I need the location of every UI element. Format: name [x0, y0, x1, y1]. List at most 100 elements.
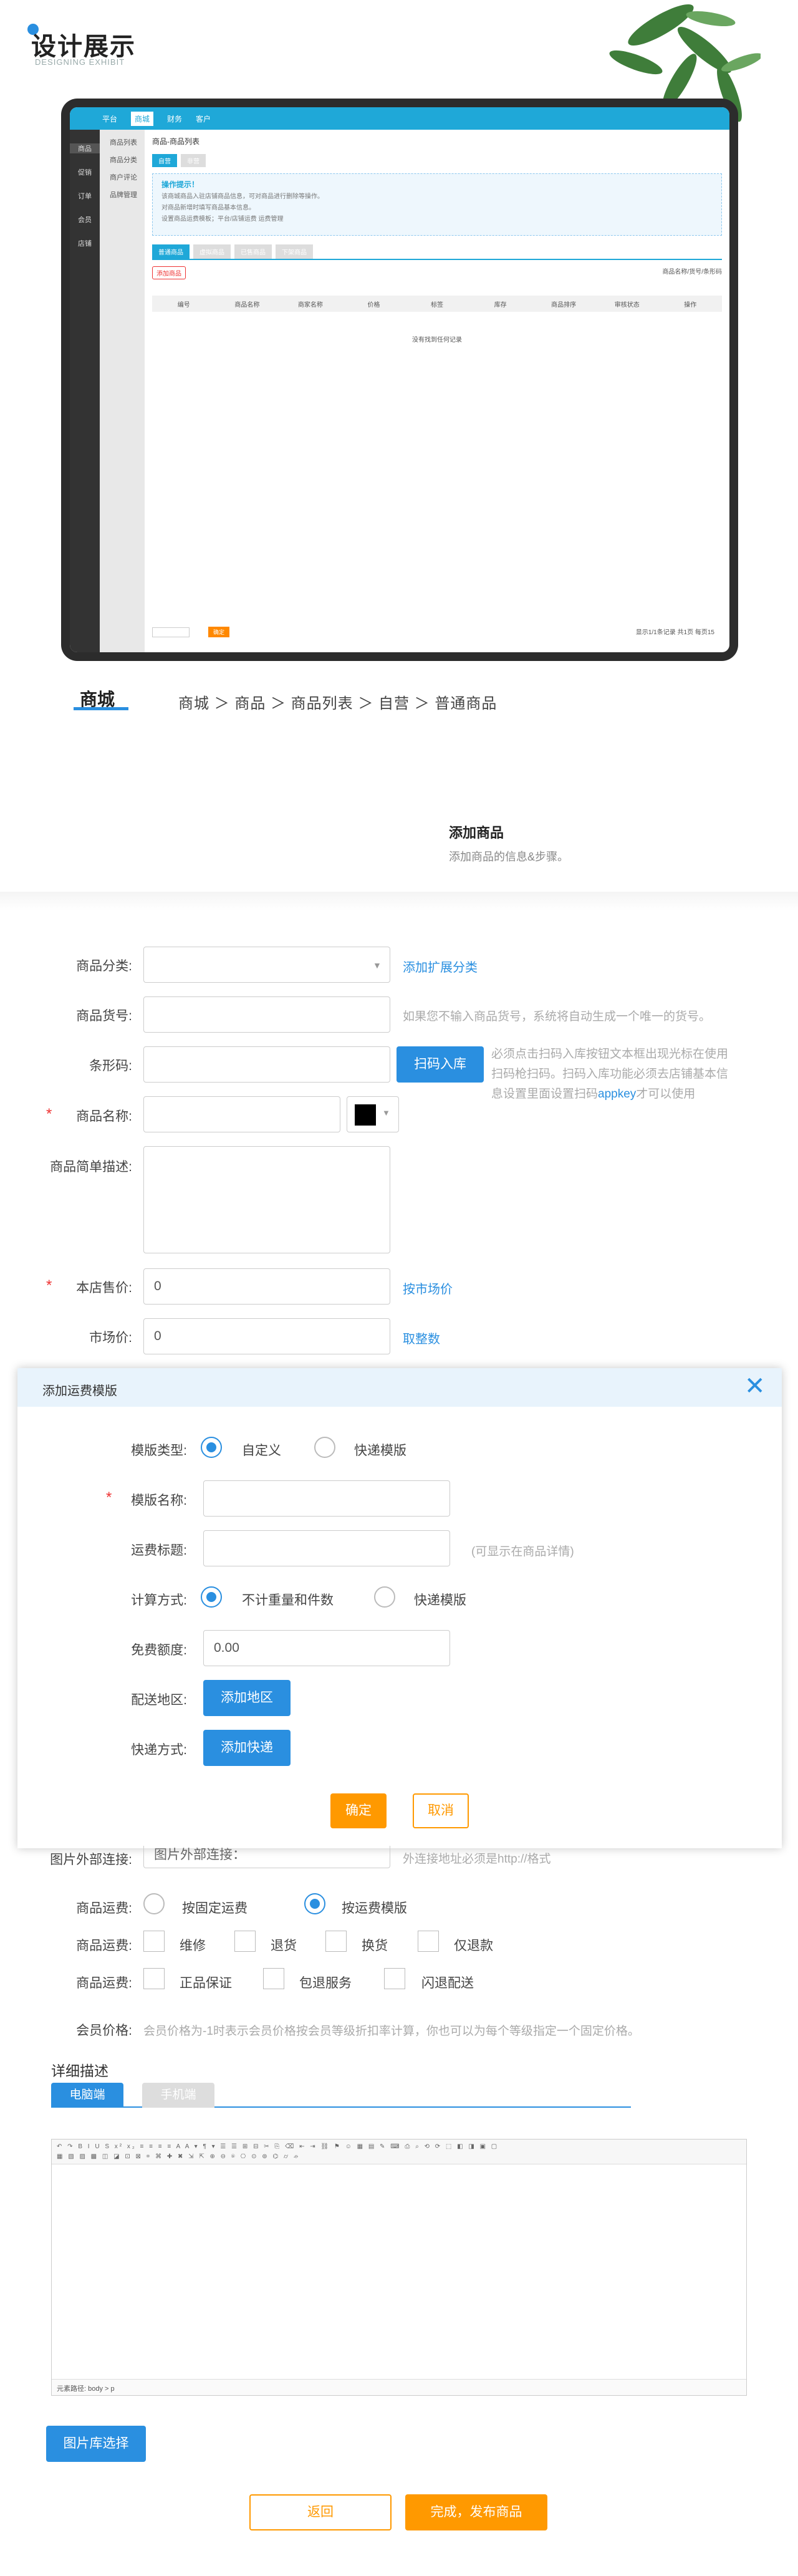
sku-hint: 如果您不输入商品货号，系统将自动生成一个唯一的货号。: [403, 1010, 711, 1023]
top-nav-item[interactable]: 财务: [167, 113, 182, 124]
checkbox[interactable]: [418, 1931, 439, 1952]
sub-nav: 商品列表 商品分类 商户评论 品牌管理: [100, 130, 145, 652]
img-link-input[interactable]: 图片外部连接：: [143, 1846, 390, 1868]
add-category-link[interactable]: 添加扩展分类: [403, 957, 478, 975]
checkbox[interactable]: [384, 1968, 405, 1989]
tip-line: 该商城商品入驻店铺商品信息，可对商品进行删除等操作。: [161, 193, 324, 200]
radio-label: 自定义: [242, 1444, 281, 1458]
mock-page-title: 商品-商品列表: [152, 137, 200, 146]
list-tab[interactable]: 已售商品: [234, 244, 272, 259]
radio-express[interactable]: [314, 1437, 335, 1458]
price-input[interactable]: 0: [143, 1268, 390, 1305]
radio-calc-express[interactable]: [374, 1586, 395, 1608]
mock-main: 商品-商品列表 自营 非营 操作提示！ 该商城商品入驻店铺商品信息，可对商品进行…: [145, 130, 729, 652]
column-header: 库存: [494, 301, 507, 309]
desc-textarea[interactable]: [143, 1146, 390, 1253]
sub-nav-item[interactable]: 品牌管理: [100, 182, 145, 200]
left-nav-item[interactable]: 促销: [70, 167, 100, 177]
column-header: 标签: [431, 301, 444, 309]
color-picker[interactable]: ▼: [347, 1096, 399, 1132]
add-product-button[interactable]: 添加商品: [152, 266, 186, 279]
radio-fixed-shipping[interactable]: [143, 1893, 165, 1914]
editor-toolbar[interactable]: ↶ ↷ B I U S x² x₂ ≡ ≡ ≡ ≡ A A ▾ ¶ ▾ ☰ ☰ …: [52, 2139, 746, 2164]
color-swatch: [355, 1104, 376, 1126]
barcode-label: 条形码:: [89, 1059, 132, 1073]
left-nav-item[interactable]: 会员: [70, 215, 100, 224]
free-input[interactable]: 0.00: [203, 1630, 450, 1666]
list-tabs: 普通商品 虚拟商品 已售商品 下架商品: [152, 244, 722, 260]
checkbox-label: 正品保证: [180, 1976, 232, 1990]
tip-line: 对商品新增时填写商品基本信息。: [161, 205, 255, 211]
section-subtitle: 添加商品的信息&步骤。: [449, 851, 569, 863]
checkbox[interactable]: [263, 1968, 284, 1989]
checkbox[interactable]: [143, 1968, 165, 1989]
tab-self[interactable]: 自营: [152, 154, 177, 167]
column-header: 审核状态: [614, 301, 640, 309]
desc-label: 商品简单描述:: [50, 1160, 132, 1174]
close-icon[interactable]: ✕: [744, 1372, 766, 1401]
barcode-input[interactable]: [143, 1046, 390, 1083]
rich-editor[interactable]: ↶ ↷ B I U S x² x₂ ≡ ≡ ≡ ≡ A A ▾ ¶ ▾ ☰ ☰ …: [51, 2139, 747, 2396]
checkbox[interactable]: [234, 1931, 256, 1952]
top-nav-item[interactable]: 客户: [196, 113, 211, 124]
market-input[interactable]: 0: [143, 1318, 390, 1354]
tip-line: 设置商品运费模板；平台/店铺运费 运费管理: [161, 216, 284, 223]
confirm-button[interactable]: 确定: [208, 627, 230, 637]
radio-no-weight[interactable]: [201, 1586, 222, 1608]
name-input[interactable]: [143, 1096, 340, 1132]
left-nav-item[interactable]: 店铺: [70, 238, 100, 248]
ship-title-input[interactable]: [203, 1530, 450, 1566]
round-link[interactable]: 取整数: [403, 1329, 440, 1347]
modal-ok-button[interactable]: 确定: [330, 1793, 387, 1828]
tab-mobile[interactable]: 手机端: [142, 2083, 214, 2108]
sub-nav-item[interactable]: 商品分类: [100, 147, 145, 165]
modal-cancel-button[interactable]: 取消: [413, 1793, 469, 1828]
appkey-link[interactable]: appkey: [598, 1088, 636, 1101]
checkbox[interactable]: [143, 1931, 165, 1952]
left-nav-item[interactable]: 商品: [70, 143, 100, 153]
scan-button[interactable]: 扫码入库: [397, 1046, 484, 1083]
gallery-button[interactable]: 图片库选择: [46, 2426, 146, 2462]
tab-pc[interactable]: 电脑端: [51, 2083, 123, 2108]
modal-header: [17, 1368, 782, 1407]
ship-title-hint: (可显示在商品详情): [471, 1545, 574, 1558]
list-tab[interactable]: 下架商品: [276, 244, 313, 259]
radio-label: 快递模版: [354, 1444, 406, 1458]
publish-button[interactable]: 完成，发布商品: [405, 2494, 547, 2530]
search-hint[interactable]: 商品名称/货号/条形码: [662, 266, 722, 279]
market-price-link[interactable]: 按市场价: [403, 1279, 453, 1297]
list-tab[interactable]: 普通商品: [152, 244, 190, 259]
sub-nav-item[interactable]: 商品列表: [100, 130, 145, 147]
add-area-button[interactable]: 添加地区: [203, 1680, 291, 1716]
top-nav-item[interactable]: 平台: [102, 113, 117, 124]
sku-input[interactable]: [143, 996, 390, 1033]
breadcrumb: 商城 ＞ 商品 ＞ 商品列表 ＞ 自营 ＞ 普通商品: [178, 695, 498, 712]
list-tab[interactable]: 虚拟商品: [193, 244, 231, 259]
section-title: 添加商品: [449, 825, 504, 841]
category-select[interactable]: [143, 947, 390, 983]
column-header: 商品排序: [551, 301, 577, 309]
service-label: 商品运费:: [76, 1976, 132, 1990]
tip-box: 操作提示！ 该商城商品入驻店铺商品信息，可对商品进行删除等操作。 对商品新增时填…: [152, 173, 722, 236]
template-name-input[interactable]: [203, 1480, 450, 1517]
radio-template-shipping[interactable]: [304, 1893, 325, 1914]
top-nav-item[interactable]: 商城: [131, 111, 154, 126]
express-label: 快递方式:: [131, 1743, 187, 1757]
member-hint: 会员价格为-1时表示会员价格按会员等级折扣率计算，你也可以为每个等级指定一个固定…: [143, 2025, 640, 2038]
column-header: 编号: [177, 301, 190, 309]
column-header: 商品名称: [234, 301, 260, 309]
admin-screen: 平台 商城 财务 客户 商品 促销 订单 会员 店铺 商品列表 商品分类 商户评…: [70, 107, 729, 652]
tab-other[interactable]: 非营: [181, 154, 206, 167]
chevron-down-icon: ▼: [382, 1108, 390, 1117]
back-button[interactable]: 返回: [249, 2494, 392, 2530]
sub-nav-item[interactable]: 商户评论: [100, 165, 145, 182]
shipping-template-modal: 添加运费模版 ✕ 模版类型: 自定义 快递模版 * 模版名称: 运费标题: (可…: [17, 1368, 782, 1848]
add-express-button[interactable]: 添加快递: [203, 1730, 291, 1766]
tip-title: 操作提示！: [161, 180, 200, 189]
checkbox[interactable]: [325, 1931, 347, 1952]
batch-select[interactable]: [152, 627, 190, 637]
checkbox-label: 仅退款: [454, 1939, 493, 1953]
left-nav-item[interactable]: 订单: [70, 191, 100, 201]
column-header: 操作: [684, 301, 697, 309]
radio-custom[interactable]: [201, 1437, 222, 1458]
